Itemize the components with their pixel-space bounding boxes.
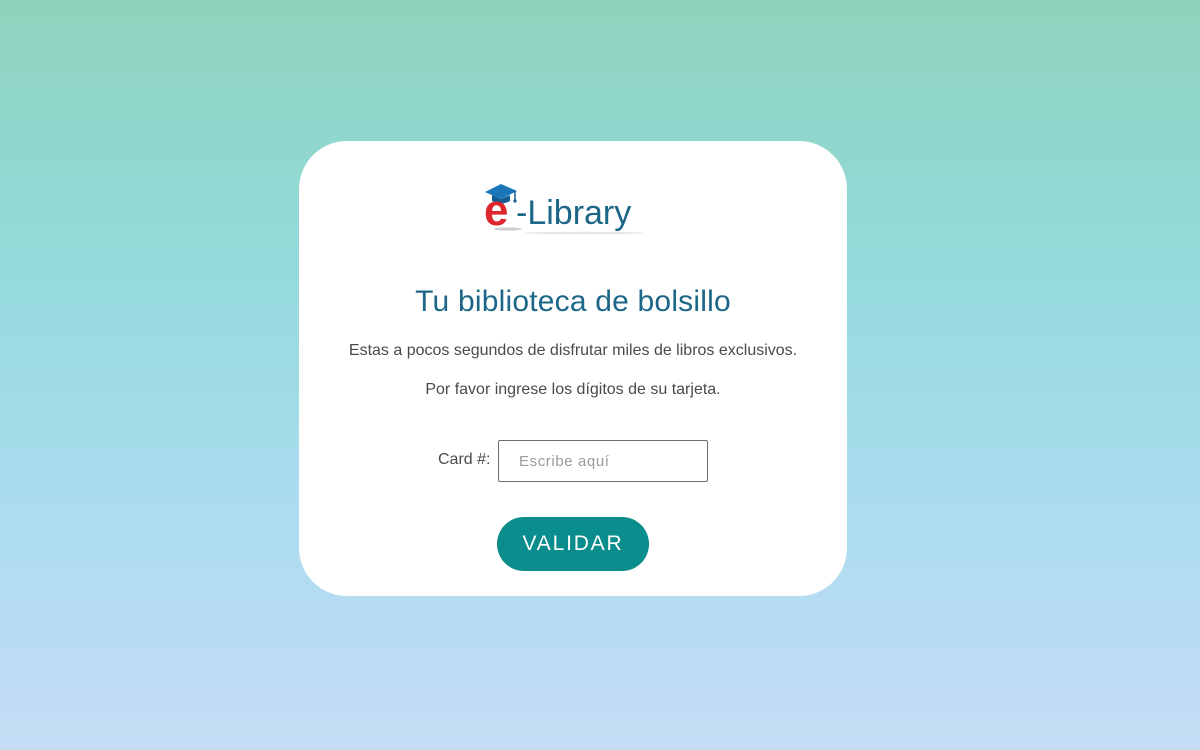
login-card: e -Library Tu biblioteca de bolsillo Est… xyxy=(299,141,847,596)
validate-button[interactable]: VALIDAR xyxy=(497,517,649,571)
card-number-label: Card #: xyxy=(438,451,491,468)
page-title: Tu biblioteca de bolsillo xyxy=(415,285,731,318)
card-number-row: Card #: xyxy=(299,440,847,482)
e-library-logo: e -Library xyxy=(484,181,656,237)
subtitle-text: Estas a pocos segundos de disfrutar mile… xyxy=(348,342,798,359)
card-number-input[interactable] xyxy=(498,440,708,482)
logo-wordmark: -Library xyxy=(516,194,631,232)
instruction-text: Por favor ingrese los dígitos de su tarj… xyxy=(425,381,721,398)
logo-e-letter: e xyxy=(484,186,508,235)
e-library-logo-graphic: e -Library xyxy=(484,184,644,235)
